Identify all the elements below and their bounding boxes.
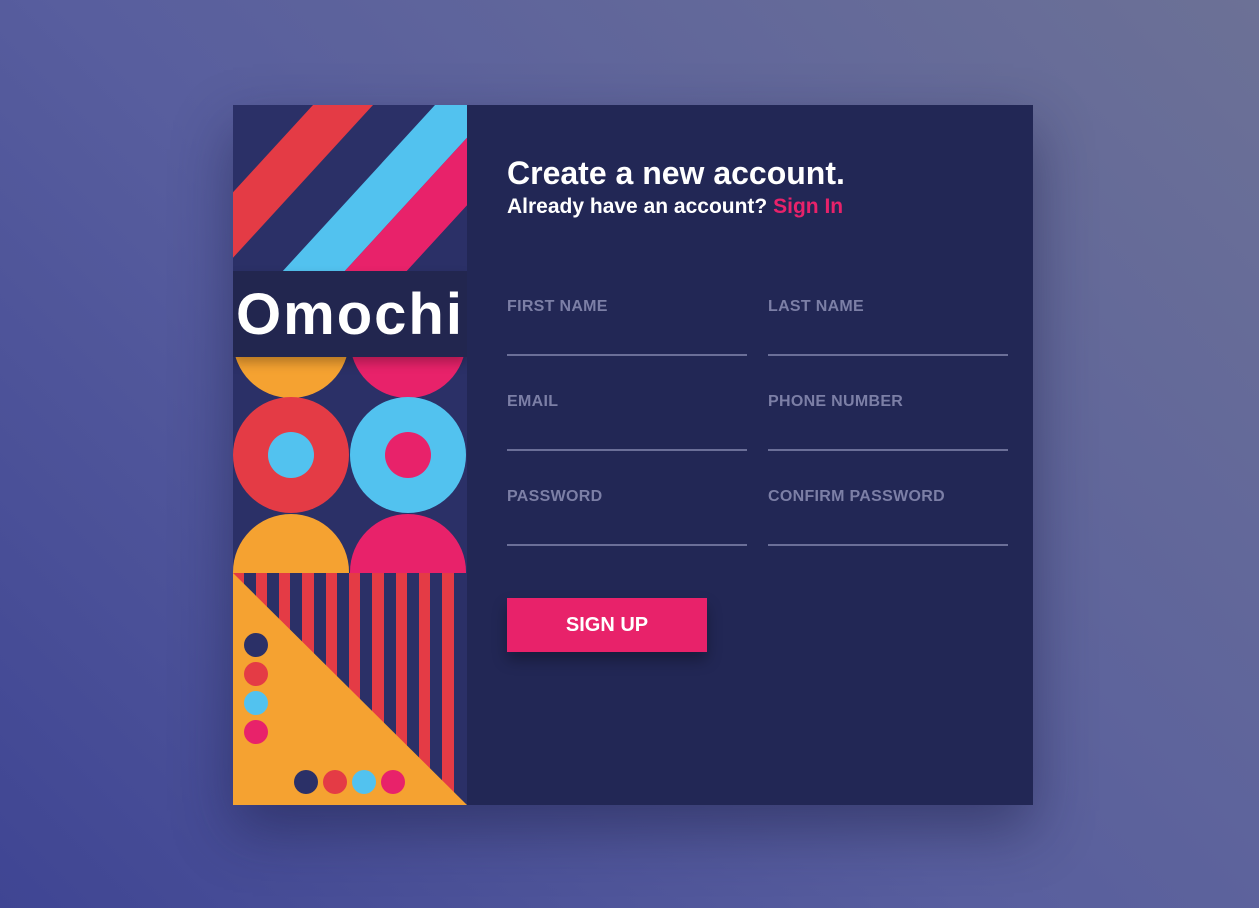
first-name-input[interactable]	[507, 326, 747, 356]
password-field: PASSWORD	[507, 488, 747, 546]
phone-number-label: PHONE NUMBER	[768, 393, 904, 410]
phone-number-field: PHONE NUMBER	[768, 393, 1008, 451]
decorative-artwork: Omochi	[233, 105, 467, 805]
signup-card: Omochi Create a new account. Already hav…	[233, 105, 1033, 805]
phone-number-input[interactable]	[768, 421, 1008, 451]
signin-link[interactable]: Sign In	[773, 195, 843, 218]
last-name-field: LAST NAME	[768, 298, 1008, 356]
signin-prompt: Already have an account? Sign In	[507, 195, 843, 219]
email-field: EMAIL	[507, 393, 747, 451]
last-name-input[interactable]	[768, 326, 1008, 356]
confirm-password-field: CONFIRM PASSWORD	[768, 488, 1008, 546]
signup-form-panel: Create a new account. Already have an ac…	[467, 105, 1033, 805]
brand-logo-text: Omochi	[236, 281, 464, 347]
bottom-pattern	[233, 573, 467, 805]
first-name-label: FIRST NAME	[507, 298, 608, 315]
password-input[interactable]	[507, 516, 747, 546]
confirm-password-label: CONFIRM PASSWORD	[768, 488, 945, 505]
confirm-password-input[interactable]	[768, 516, 1008, 546]
password-label: PASSWORD	[507, 488, 603, 505]
geometric-pattern	[233, 105, 467, 805]
email-label: EMAIL	[507, 393, 559, 410]
last-name-label: LAST NAME	[768, 298, 865, 315]
email-input[interactable]	[507, 421, 747, 451]
brand-banner: Omochi	[233, 271, 467, 357]
sign-up-button[interactable]: SIGN UP	[507, 598, 707, 652]
first-name-field: FIRST NAME	[507, 298, 747, 356]
page-title: Create a new account.	[507, 155, 845, 191]
signin-prompt-text: Already have an account?	[507, 195, 768, 218]
